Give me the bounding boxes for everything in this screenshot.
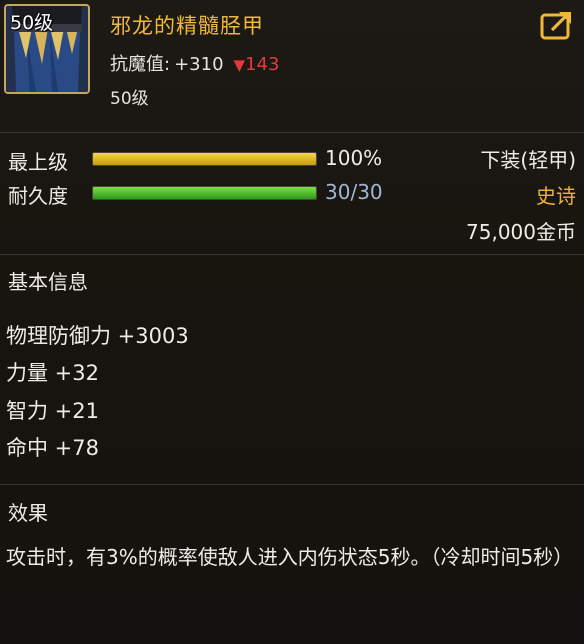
- effect-title: 效果: [8, 501, 48, 525]
- item-name: 邪龙的精髓胫甲: [110, 14, 264, 38]
- magic-resist-label: 抗魔值:: [110, 54, 171, 75]
- attr-line: 命中 +78: [6, 436, 99, 460]
- item-level: 50级: [110, 89, 149, 109]
- armored-greaves-icon[interactable]: 50级: [4, 4, 90, 94]
- top-grade-label: 最上级: [8, 150, 68, 174]
- top-grade-bar-fill: [93, 153, 316, 165]
- attr-line: 智力 +21: [6, 399, 99, 423]
- divider: [0, 484, 584, 485]
- durability-bar-fill: [93, 187, 316, 199]
- decrease-arrow-icon: ▼: [233, 56, 246, 74]
- item-rarity: 史诗: [536, 184, 576, 208]
- magic-resist-diff-value: 143: [245, 54, 280, 75]
- basic-info-title: 基本信息: [8, 270, 88, 294]
- attr-line: 物理防御力 +3003: [6, 324, 189, 348]
- top-grade-bar: [92, 152, 317, 166]
- icon-level-label: 50级: [10, 12, 54, 34]
- top-grade-value: 100%: [325, 146, 383, 170]
- effect-description: 攻击时，有3%的概率使敌人进入内伤状态5秒。（冷却时间5秒）: [6, 545, 574, 569]
- item-tooltip: 50级 邪龙的精髓胫甲 抗魔值: +310 ▼143 50级 最上级 100% 耐久…: [0, 0, 584, 644]
- divider: [0, 254, 584, 255]
- durability-bar: [92, 186, 317, 200]
- attr-line: 力量 +32: [6, 361, 99, 385]
- magic-resist-value: +310: [174, 54, 224, 75]
- durability-label: 耐久度: [8, 184, 68, 208]
- divider: [0, 132, 584, 133]
- magic-resist-row: 抗魔值: +310 ▼143: [110, 50, 279, 76]
- durability-value: 30/30: [325, 180, 383, 204]
- item-price: 75,000金币: [466, 220, 576, 244]
- magic-resist-diff: ▼143: [234, 54, 280, 75]
- item-slot: 下装(轻甲): [480, 148, 576, 172]
- share-icon[interactable]: [540, 10, 574, 40]
